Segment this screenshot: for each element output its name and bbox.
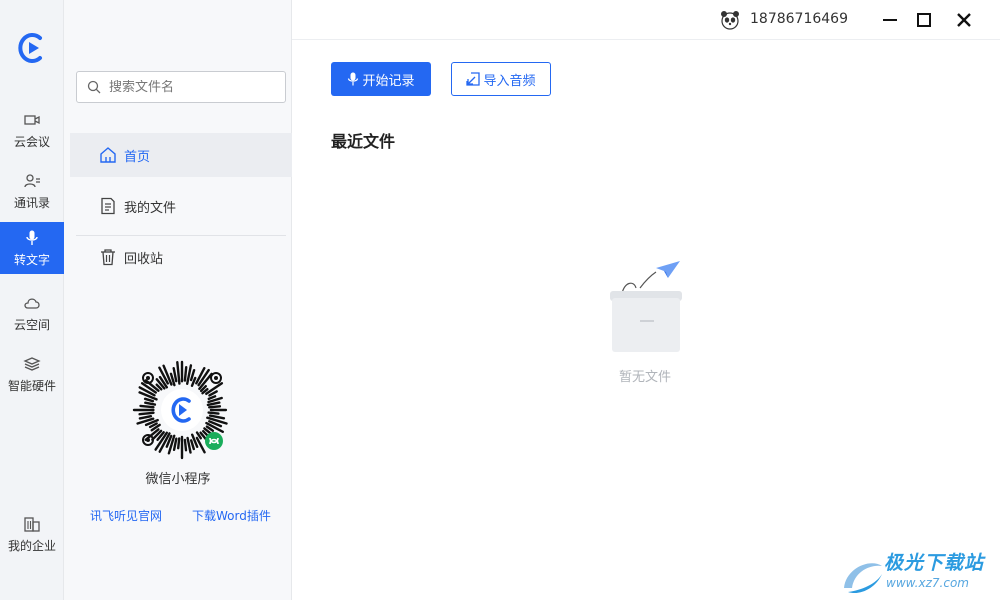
rail-item-label: 通讯录 [13, 195, 50, 210]
building-icon [24, 516, 40, 532]
official-site-link[interactable]: 讯飞听见官网 [90, 507, 162, 524]
qr-stroke [172, 437, 178, 452]
rail-item-cloud[interactable]: 云空间 [0, 287, 64, 339]
rail-item-meeting[interactable]: 云会议 [0, 104, 64, 156]
qr-stroke [144, 401, 157, 406]
rail-item-label: 云会议 [13, 134, 50, 149]
qr-stroke [138, 411, 155, 416]
qr-stroke [183, 438, 188, 452]
sidebar-item-my-files[interactable]: 我的文件 [70, 184, 292, 228]
qr-stroke [143, 397, 155, 403]
import-audio-label: 导入音频 [483, 73, 536, 89]
mini-program-qr-code [132, 360, 228, 460]
qr-caption: 微信小程序 [145, 472, 211, 487]
qr-stroke [206, 401, 221, 407]
video-meeting-icon [24, 114, 40, 125]
left-rail: 云会议 通讯录 转文字 云空间 智能硬件 我的企业 [0, 0, 64, 600]
watermark-url: www.xz7.com [886, 576, 969, 590]
search-input[interactable] [109, 79, 279, 95]
rail-item-contacts[interactable]: 通讯录 [0, 165, 64, 217]
rail-item-hardware[interactable]: 智能硬件 [0, 348, 64, 400]
empty-state-text: 暂无文件 [618, 370, 671, 385]
watermark-name: 极光下载站 [884, 552, 985, 574]
user-phone: 18786716469 [750, 11, 848, 27]
qr-stroke [189, 368, 196, 382]
rail-item-enterprise[interactable]: 我的企业 [0, 508, 64, 560]
rail-item-label: 转文字 [13, 252, 50, 267]
rail-item-label: 云空间 [13, 317, 50, 332]
maximize-icon[interactable] [914, 10, 934, 30]
sidebar-item-home[interactable]: 首页 [70, 133, 292, 177]
start-record-button[interactable]: 开始记录 [331, 62, 431, 96]
qr-stroke [190, 439, 195, 451]
qr-stroke [207, 411, 220, 415]
app-window: 云会议 通讯录 转文字 云空间 智能硬件 我的企业 搜索文件名 首页 我的文件 … [0, 0, 1000, 600]
word-plugin-link[interactable]: 下载Word插件 [192, 507, 271, 524]
trash-icon [101, 249, 115, 266]
document-icon [101, 197, 115, 215]
qr-stroke [208, 414, 226, 420]
layers-icon [23, 356, 41, 371]
sidebar-item-recycle-bin[interactable]: 回收站 [70, 235, 292, 279]
search-box[interactable] [76, 71, 286, 103]
qr-stroke [172, 366, 178, 383]
qr-stroke [139, 404, 155, 409]
file-sidebar: 首页 我的文件 回收站 [64, 0, 292, 600]
import-icon [466, 72, 481, 86]
qr-stroke [186, 364, 193, 385]
sidebar-item-label: 回收站 [124, 251, 164, 267]
sidebar-item-label: 我的文件 [124, 200, 177, 216]
cloud-icon [24, 297, 40, 309]
empty-box-illustration [610, 261, 682, 352]
import-audio-button[interactable]: 导入音频 [451, 62, 551, 96]
start-record-label: 开始记录 [362, 73, 415, 89]
rail-item-label: 智能硬件 [7, 378, 56, 393]
minimize-icon[interactable] [880, 10, 900, 30]
rail-item-transcribe[interactable]: 转文字 [0, 222, 64, 274]
title-bar: 18786716469 [292, 0, 1000, 40]
contacts-icon [24, 173, 40, 187]
close-icon[interactable] [954, 10, 974, 30]
rail-item-label: 我的企业 [7, 538, 56, 553]
search-icon [87, 80, 101, 94]
recent-files-title: 最近文件 [331, 132, 396, 151]
qr-stroke [138, 415, 153, 420]
qr-stroke [207, 405, 222, 409]
microphone-icon [348, 72, 359, 86]
home-icon [100, 147, 116, 163]
qr-stroke [183, 365, 188, 382]
qr-stroke [207, 395, 217, 401]
sidebar-item-label: 首页 [124, 149, 151, 165]
microphone-icon [26, 230, 38, 245]
avatar[interactable] [720, 10, 740, 30]
qr-stroke [195, 436, 206, 454]
app-logo-icon [18, 33, 42, 63]
qr-stroke [177, 437, 181, 450]
qr-stroke [176, 360, 181, 385]
